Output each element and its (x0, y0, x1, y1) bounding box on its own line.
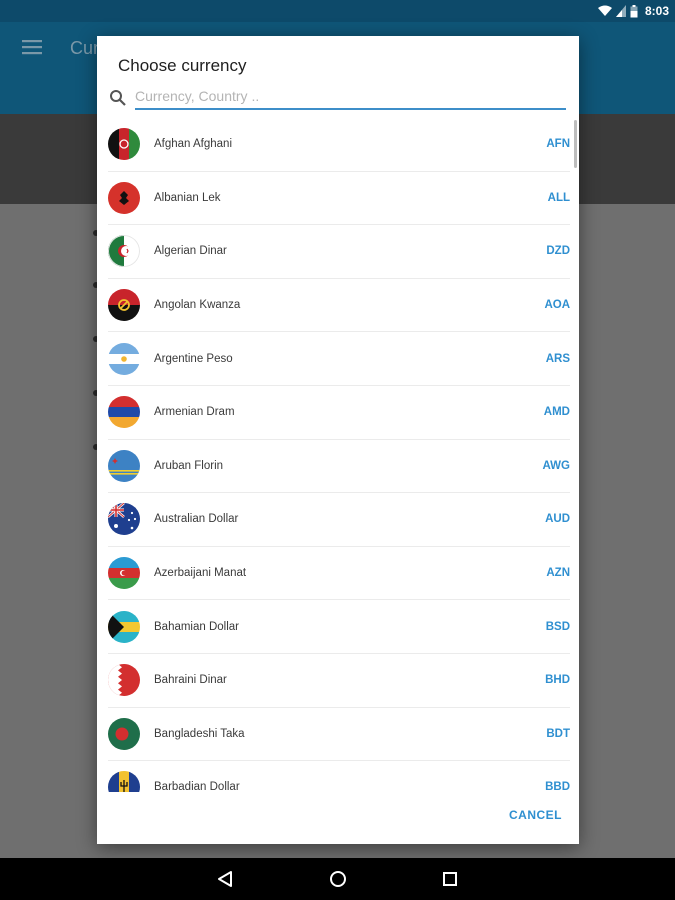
currency-name: Argentine Peso (154, 352, 233, 365)
currency-name: Aruban Florin (154, 459, 224, 472)
navigation-bar (0, 858, 675, 900)
wifi-icon (597, 5, 612, 16)
list-scrollbar[interactable] (574, 120, 577, 168)
barbados-flag-icon (108, 771, 140, 792)
currency-code: DZD (546, 245, 570, 258)
menu-icon[interactable] (22, 39, 42, 55)
currency-code: AWG (542, 459, 570, 472)
battery-icon (630, 4, 638, 17)
currency-code: ALL (547, 191, 570, 204)
armenia-flag-icon (108, 396, 140, 429)
list-item[interactable]: Bahamian Dollar BSD (108, 600, 570, 654)
currency-name: Barbadian Dollar (154, 781, 240, 792)
list-item[interactable]: Azerbaijani Manat AZN (108, 547, 570, 601)
currency-code: ARS (545, 352, 570, 365)
australia-flag-icon (108, 503, 140, 536)
argentina-flag-icon (108, 342, 140, 375)
angola-flag-icon (108, 289, 140, 322)
list-item[interactable]: Bangladeshi Taka BDT (108, 708, 570, 762)
afghanistan-flag-icon (108, 128, 140, 161)
recents-square-icon (443, 872, 457, 886)
azerbaijan-flag-icon (108, 557, 140, 590)
back-button[interactable] (212, 866, 238, 892)
currency-name: Albanian Lek (154, 191, 221, 204)
list-item[interactable]: Australian Dollar AUD (108, 493, 570, 547)
list-item[interactable]: Bahraini Dinar BHD (108, 654, 570, 708)
currency-name: Armenian Dram (154, 406, 235, 419)
currency-code: BDT (546, 727, 570, 740)
home-button[interactable] (325, 866, 351, 892)
back-triangle-icon (218, 871, 232, 887)
currency-name: Algerian Dinar (154, 245, 227, 258)
currency-name: Azerbaijani Manat (154, 567, 247, 580)
app-title: Cur (70, 38, 100, 58)
currency-code: AMD (543, 406, 570, 419)
currency-name: Australian Dollar (154, 513, 239, 526)
search-icon (110, 90, 126, 106)
currency-name: Angolan Kwanza (154, 299, 241, 312)
dialog-title: Choose currency (118, 56, 247, 75)
recents-button[interactable] (437, 866, 463, 892)
currency-code: AZN (546, 567, 570, 580)
signal-icon (615, 5, 626, 17)
bahrain-flag-icon (108, 664, 140, 697)
status-bar: 8:03 (0, 0, 675, 22)
currency-code: AFN (546, 138, 570, 151)
currency-code: BHD (545, 674, 570, 687)
list-item[interactable]: Albanian Lek ALL (108, 172, 570, 226)
list-item[interactable]: Aruban Florin AWG (108, 440, 570, 494)
currency-code: AUD (545, 513, 570, 526)
algeria-flag-icon (108, 235, 140, 268)
search-input[interactable] (135, 86, 566, 110)
currency-name: Afghan Afghani (154, 138, 233, 151)
list-item[interactable]: Algerian Dinar DZD (108, 225, 570, 279)
list-item[interactable]: Barbadian Dollar BBD (108, 761, 570, 792)
currency-name: Bahraini Dinar (154, 674, 227, 687)
status-icons: 8:03 (597, 0, 669, 22)
home-circle-icon (330, 871, 346, 887)
status-time: 8:03 (644, 4, 669, 18)
currency-name: Bangladeshi Taka (154, 727, 245, 740)
currency-code: BSD (545, 620, 570, 633)
currency-name: Bahamian Dollar (154, 620, 240, 633)
albania-flag-icon (108, 181, 140, 214)
bahamas-flag-icon (108, 610, 140, 643)
aruba-flag-icon (108, 449, 140, 482)
choose-currency-dialog: Choose currency Afghan Afghani AFN Alban… (97, 36, 579, 844)
list-item[interactable]: Angolan Kwanza AOA (108, 279, 570, 333)
currency-list[interactable]: Afghan Afghani AFN Albanian Lek ALL Alge… (108, 118, 570, 792)
bangladesh-flag-icon (108, 717, 140, 750)
currency-code: BBD (545, 781, 570, 792)
list-item[interactable]: Argentine Peso ARS (108, 332, 570, 386)
list-item[interactable]: Armenian Dram AMD (108, 386, 570, 440)
list-item[interactable]: Afghan Afghani AFN (108, 118, 570, 172)
cancel-button[interactable]: CANCEL (509, 808, 562, 822)
currency-code: AOA (544, 299, 570, 312)
